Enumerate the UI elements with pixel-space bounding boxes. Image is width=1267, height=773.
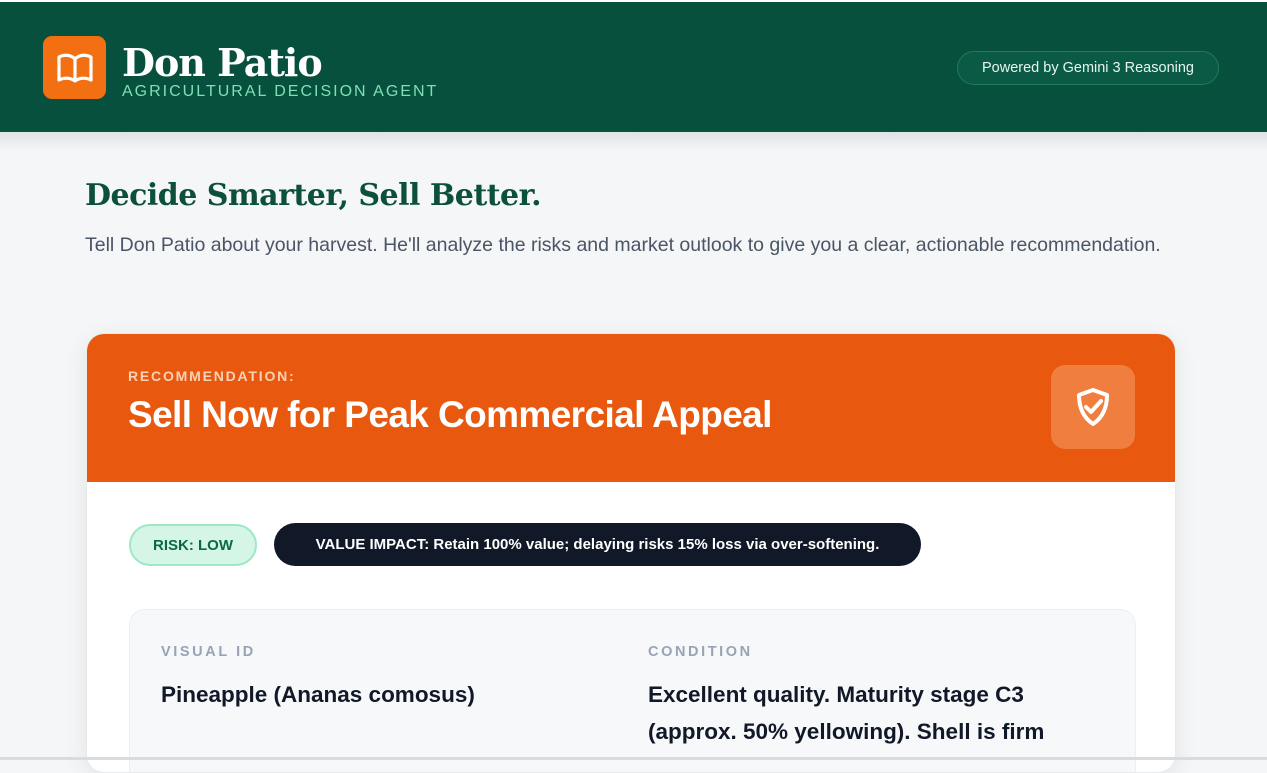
recommendation-title: Sell Now for Peak Commercial Appeal (128, 394, 772, 435)
risk-badge: RISK: LOW (129, 524, 257, 566)
condition-value: Excellent quality. Maturity stage C3 (ap… (648, 682, 1045, 744)
app-header: Don Patio AGRICULTURAL DECISION AGENT Po… (0, 2, 1267, 132)
shield-check-icon (1077, 388, 1109, 426)
recommendation-label: RECOMMENDATION: (128, 368, 296, 384)
page-title: Decide Smarter, Sell Better. (85, 178, 542, 213)
recommendation-header: RECOMMENDATION: Sell Now for Peak Commer… (87, 334, 1175, 482)
recommendation-icon-box (1051, 365, 1135, 449)
value-impact-badge: VALUE IMPACT: Retain 100% value; delayin… (274, 523, 921, 566)
page-description: Tell Don Patio about your harvest. He'll… (85, 234, 1161, 256)
logo[interactable] (43, 36, 106, 99)
header-shadow (0, 132, 1267, 152)
brand-subtitle: AGRICULTURAL DECISION AGENT (122, 83, 439, 100)
condition-label: CONDITION (648, 644, 753, 660)
visual-id-value: Pineapple (Ananas comosus) (161, 682, 475, 707)
powered-by-badge: Powered by Gemini 3 Reasoning (957, 51, 1219, 85)
visual-id-label: VISUAL ID (161, 644, 256, 660)
recommendation-card: RECOMMENDATION: Sell Now for Peak Commer… (86, 333, 1176, 773)
details-panel: VISUAL ID Pineapple (Ananas comosus) CON… (129, 609, 1136, 772)
brand-name: Don Patio (122, 40, 323, 85)
open-book-icon (56, 53, 93, 83)
